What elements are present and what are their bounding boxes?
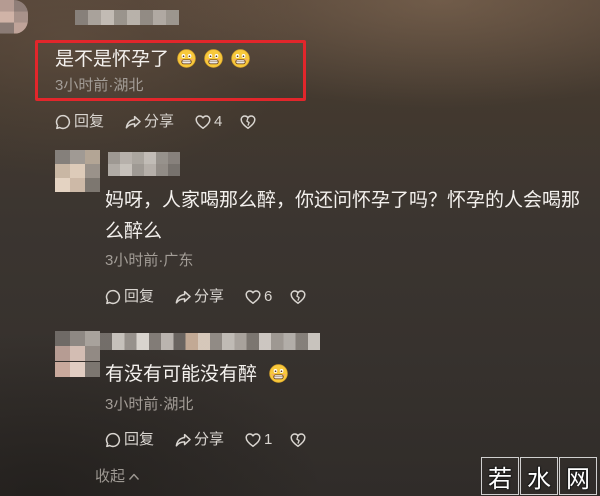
smiling-face-emoji-icon (269, 364, 288, 383)
broken-heart-icon (290, 432, 306, 448)
watermark: 若 水 网 (481, 457, 597, 495)
comment: 妈呀，人家喝那么醉，你还问怀孕了吗？怀孕的人会喝那么醉么 3小时前·广东 回复 … (0, 140, 600, 320)
share-button[interactable]: 分享 (175, 288, 224, 306)
comment-body: 是不是怀孕了 (55, 49, 170, 70)
like-count: 4 (214, 113, 223, 130)
emoji-list (261, 364, 288, 385)
comment-actions: 回复 分享 4 (55, 113, 256, 131)
heart-icon (195, 114, 211, 130)
smiling-face-emoji-icon (231, 49, 250, 68)
comment-body: 妈呀，人家喝那么醉，你还问怀孕了吗？怀孕的人会喝那么醉么 (105, 190, 581, 242)
watermark-char: 若 (481, 457, 519, 495)
broken-heart-icon (290, 289, 306, 305)
smiling-face-emoji-icon (204, 49, 223, 68)
dislike-button[interactable] (240, 114, 256, 130)
share-label: 分享 (144, 113, 175, 130)
like-button[interactable]: 6 (245, 288, 272, 306)
share-button[interactable]: 分享 (125, 113, 174, 131)
like-count: 6 (264, 288, 273, 305)
emoji-list (169, 49, 250, 70)
share-label: 分享 (194, 288, 225, 305)
username-redacted[interactable] (108, 152, 180, 176)
reply-label: 回复 (74, 113, 105, 130)
heart-icon (245, 432, 261, 448)
comment-meta: 3小时前·广东 (105, 252, 194, 269)
comment-meta: 3小时前·湖北 (105, 396, 194, 413)
reply-button[interactable]: 回复 (55, 113, 104, 131)
reply-label: 回复 (124, 288, 155, 305)
heart-icon (245, 289, 261, 305)
avatar[interactable] (55, 331, 100, 377)
collapse-label: 收起 (95, 468, 126, 485)
dislike-button[interactable] (290, 289, 306, 305)
comment-text: 妈呀，人家喝那么醉，你还问怀孕了吗？怀孕的人会喝那么醉么 (105, 185, 590, 247)
comment-icon (55, 114, 71, 130)
username-redacted[interactable] (100, 333, 320, 350)
comment: 是不是怀孕了 3小时前·湖北 回复 分享 4 (0, 0, 600, 140)
username-redacted[interactable] (75, 10, 179, 25)
smiling-face-emoji-icon (177, 49, 196, 68)
like-button[interactable]: 4 (195, 113, 222, 131)
comment-body: 有没有可能没有醉 (105, 364, 258, 385)
watermark-char: 水 (520, 457, 558, 495)
comment-actions: 回复 分享 6 (105, 288, 306, 306)
comment-text: 是不是怀孕了 (55, 49, 250, 71)
comment: 有没有可能没有醉 3小时前·湖北 回复 分享 1 (0, 320, 600, 455)
comment-icon (105, 432, 121, 448)
chevron-up-icon (127, 470, 141, 484)
avatar[interactable] (55, 150, 100, 192)
watermark-char: 网 (559, 457, 597, 495)
dislike-button[interactable] (290, 432, 306, 448)
comment-actions: 回复 分享 1 (105, 431, 306, 449)
avatar[interactable] (0, 0, 28, 34)
comment-meta: 3小时前·湖北 (55, 77, 144, 94)
share-icon (175, 432, 191, 448)
share-icon (175, 289, 191, 305)
share-label: 分享 (194, 431, 225, 448)
broken-heart-icon (240, 114, 256, 130)
share-button[interactable]: 分享 (175, 431, 224, 449)
reply-button[interactable]: 回复 (105, 431, 154, 449)
comment-icon (105, 289, 121, 305)
reply-label: 回复 (124, 431, 155, 448)
like-button[interactable]: 1 (245, 431, 272, 449)
share-icon (125, 114, 141, 130)
comment-text: 有没有可能没有醉 (105, 364, 288, 386)
collapse-replies-button[interactable]: 收起 (95, 468, 141, 486)
like-count: 1 (264, 431, 273, 448)
reply-button[interactable]: 回复 (105, 288, 154, 306)
